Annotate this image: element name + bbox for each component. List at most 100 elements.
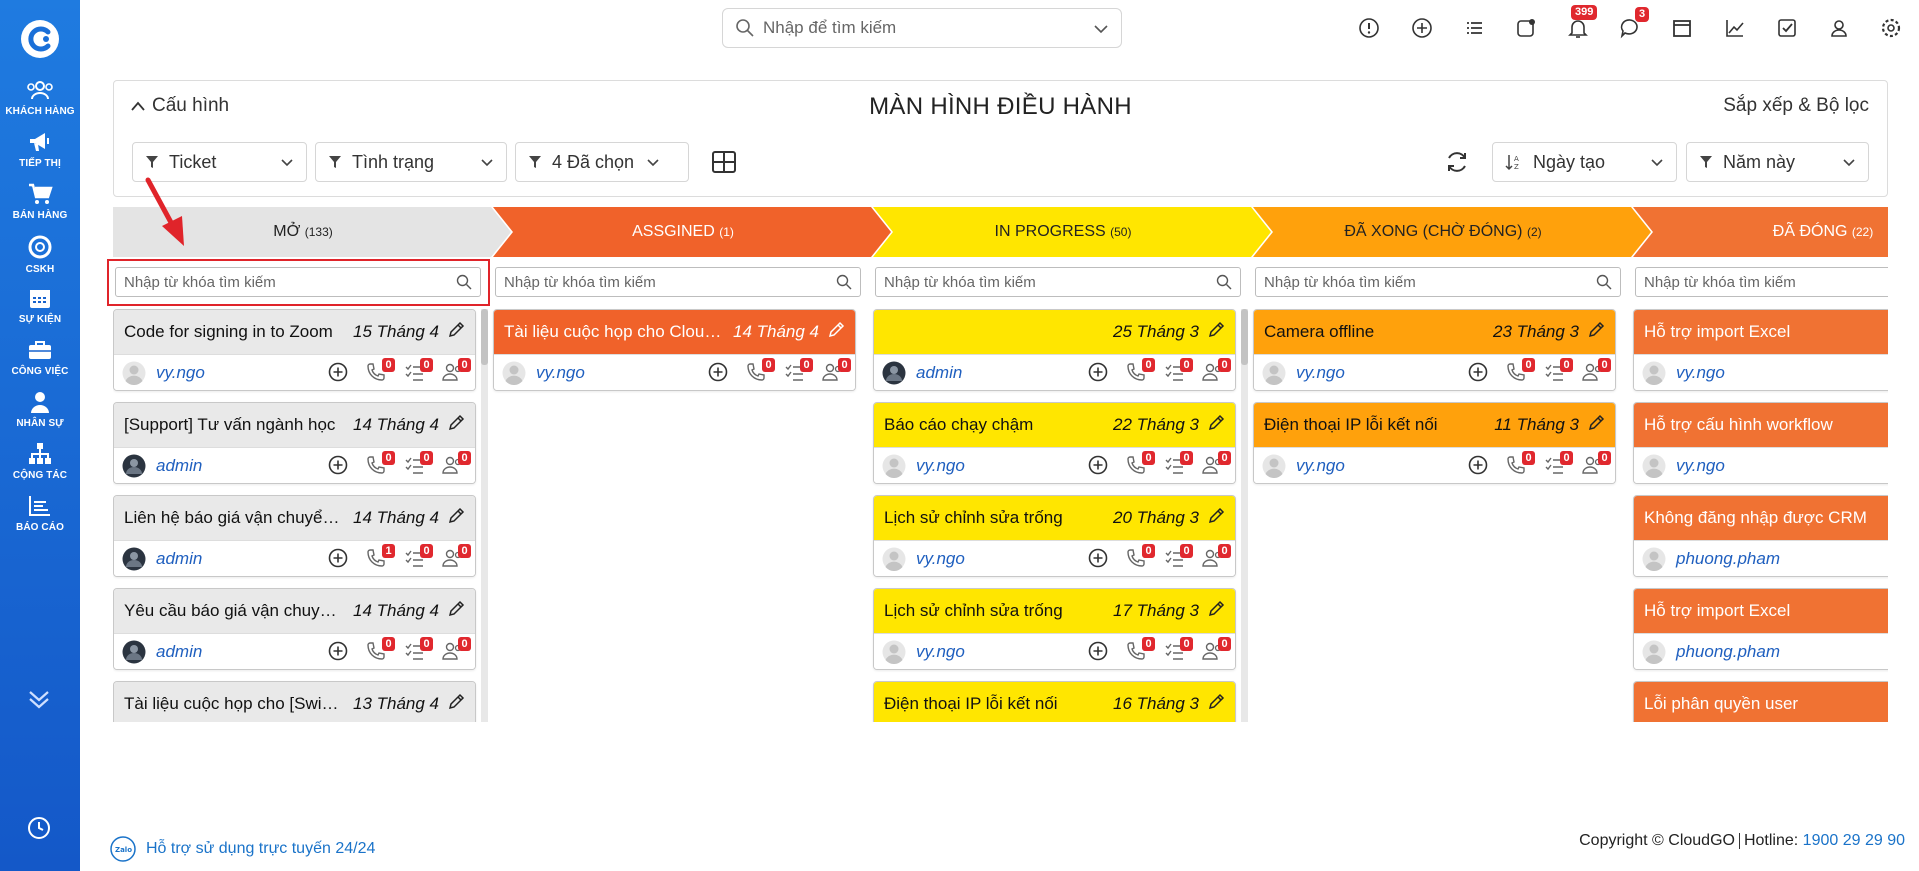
- sidebar-item-org-chart[interactable]: CỘNG TÁC: [0, 442, 80, 502]
- ticket-card[interactable]: Điện thoại IP lỗi kết nối 16 Tháng 3: [873, 681, 1236, 722]
- ticket-card[interactable]: Điện thoại IP lỗi kết nối 11 Tháng 3 vy.ng…: [1253, 402, 1616, 484]
- add-activity-icon[interactable]: [1087, 640, 1113, 662]
- ticket-title[interactable]: Không đăng nhập được CRM: [1644, 508, 1888, 528]
- edit-icon[interactable]: [1207, 414, 1225, 437]
- add-activity-icon[interactable]: [1087, 361, 1113, 383]
- hotline-number[interactable]: 1900 29 29 90: [1803, 832, 1905, 849]
- edit-icon[interactable]: [447, 414, 465, 437]
- ticket-title[interactable]: Lịch sử chỉnh sửa trống: [884, 601, 1105, 621]
- column-search[interactable]: [1255, 267, 1621, 297]
- call-icon[interactable]: 0: [1505, 451, 1535, 476]
- sort-filter-link[interactable]: Sắp xếp & Bộ lọc: [1723, 95, 1869, 117]
- global-search[interactable]: [722, 8, 1122, 48]
- ticket-title[interactable]: Hỗ trợ import Excel: [1644, 322, 1888, 342]
- ticket-card[interactable]: [Support] Tư vấn ngành học 14 Tháng 4 admi…: [113, 402, 476, 484]
- task-list-icon[interactable]: 0: [1163, 544, 1193, 569]
- column-search-input[interactable]: [1264, 273, 1594, 291]
- scrollbar-thumb[interactable]: [1241, 309, 1248, 365]
- add-activity-icon[interactable]: [1087, 547, 1113, 569]
- add-activity-icon[interactable]: [327, 640, 353, 662]
- ticket-card[interactable]: Hỗ trợ import Excel05phuong.pham0: [1633, 588, 1888, 670]
- edit-icon[interactable]: [1207, 693, 1225, 716]
- ticket-card[interactable]: 25 Tháng 3 admin 0 0 0: [873, 309, 1236, 391]
- edit-icon[interactable]: [447, 693, 465, 716]
- call-icon[interactable]: 0: [365, 451, 395, 476]
- task-list-icon[interactable]: 0: [1163, 637, 1193, 662]
- task-list-icon[interactable]: 0: [403, 544, 433, 569]
- sidebar-item-briefcase[interactable]: CÔNG VIỆC: [0, 338, 80, 398]
- sidebar-item-calendar[interactable]: SỰ KIỆN: [0, 286, 80, 346]
- ticket-title[interactable]: [Support] Tư vấn ngành học: [124, 415, 345, 435]
- sidebar-item-cart[interactable]: BÁN HÀNG: [0, 182, 80, 242]
- ticket-owner[interactable]: vy.ngo: [536, 363, 585, 383]
- ticket-owner[interactable]: admin: [156, 642, 202, 662]
- ticket-owner[interactable]: admin: [916, 363, 962, 383]
- call-icon[interactable]: 1: [365, 544, 395, 569]
- gear-icon[interactable]: [1880, 17, 1902, 39]
- ticket-title[interactable]: Liên hệ báo giá vận chuyển…: [124, 508, 345, 528]
- chevron-down-icon[interactable]: [1093, 22, 1109, 36]
- ticket-card[interactable]: Camera offline 23 Tháng 3 vy.ngo 0 0 0: [1253, 309, 1616, 391]
- participants-icon[interactable]: 0: [1581, 451, 1611, 476]
- participants-icon[interactable]: 0: [821, 358, 851, 383]
- ticket-card[interactable]: Báo cáo chạy chậm 22 Tháng 3 vy.ngo 0 0 0: [873, 402, 1236, 484]
- ticket-title[interactable]: Yêu cầu báo giá vận chuyể…: [124, 601, 345, 621]
- grid-view-icon[interactable]: [711, 150, 737, 179]
- ticket-owner[interactable]: vy.ngo: [916, 456, 965, 476]
- ticket-owner[interactable]: vy.ngo: [156, 363, 205, 383]
- participants-icon[interactable]: 0: [1581, 358, 1611, 383]
- ticket-owner[interactable]: vy.ngo: [1296, 363, 1345, 383]
- edit-icon[interactable]: [447, 321, 465, 344]
- add-activity-icon[interactable]: [1087, 454, 1113, 476]
- ticket-card[interactable]: Lịch sử chỉnh sửa trống 20 Tháng 3 vy.ngo 0…: [873, 495, 1236, 577]
- ticket-title[interactable]: Lỗi phân quyền user: [1644, 694, 1888, 714]
- task-list-icon[interactable]: 0: [1163, 451, 1193, 476]
- ticket-card[interactable]: Yêu cầu báo giá vận chuyể… 14 Tháng 4 admi…: [113, 588, 476, 670]
- cloudgo-logo[interactable]: [19, 18, 61, 60]
- ticket-title[interactable]: Hỗ trợ cấu hình workflow: [1644, 415, 1888, 435]
- search-icon[interactable]: [456, 274, 472, 295]
- ticket-owner[interactable]: vy.ngo: [1676, 363, 1725, 383]
- ticket-title[interactable]: Camera offline: [1264, 322, 1485, 342]
- participants-icon[interactable]: 0: [441, 358, 471, 383]
- participants-icon[interactable]: 0: [1201, 637, 1231, 662]
- notes-icon[interactable]: [1515, 17, 1537, 39]
- refresh-icon[interactable]: [1444, 149, 1470, 180]
- task-list-icon[interactable]: 0: [1543, 451, 1573, 476]
- call-icon[interactable]: 0: [1505, 358, 1535, 383]
- alert-icon[interactable]: [1358, 17, 1380, 39]
- add-activity-icon[interactable]: [327, 547, 353, 569]
- task-list-icon[interactable]: 0: [403, 637, 433, 662]
- status-filter[interactable]: Tình trạng: [315, 142, 507, 182]
- call-icon[interactable]: 0: [1125, 451, 1155, 476]
- ticket-owner[interactable]: admin: [156, 456, 202, 476]
- call-icon[interactable]: 0: [365, 358, 395, 383]
- participants-icon[interactable]: 0: [1201, 358, 1231, 383]
- bell-icon[interactable]: 399: [1567, 5, 1598, 39]
- ticket-card[interactable]: Hỗ trợ cấu hình workflow17vy.ngo0: [1633, 402, 1888, 484]
- edit-icon[interactable]: [447, 507, 465, 530]
- ticket-title[interactable]: Điện thoại IP lỗi kết nối: [884, 694, 1105, 714]
- sort-select[interactable]: AZ Ngày tạo: [1492, 142, 1677, 182]
- edit-icon[interactable]: [1207, 507, 1225, 530]
- task-list-icon[interactable]: 0: [1163, 358, 1193, 383]
- participants-icon[interactable]: 0: [1201, 544, 1231, 569]
- search-icon[interactable]: [836, 274, 852, 295]
- ticket-card[interactable]: Code for signing in to Zoom 15 Tháng 4 vy.…: [113, 309, 476, 391]
- column-search-input[interactable]: [124, 273, 454, 291]
- call-icon[interactable]: 0: [1125, 358, 1155, 383]
- sidebar-item-lifebuoy[interactable]: CSKH: [0, 234, 80, 294]
- column-search[interactable]: [1635, 267, 1888, 297]
- user-icon[interactable]: [1828, 17, 1850, 39]
- clock-icon[interactable]: [26, 815, 52, 846]
- selected-filter[interactable]: 4 Đã chọn: [515, 142, 689, 182]
- column-header[interactable]: IN PROGRESS (50): [873, 207, 1273, 257]
- task-list-icon[interactable]: 0: [1543, 358, 1573, 383]
- calendar-icon[interactable]: [1671, 17, 1693, 39]
- column-header[interactable]: ASSGINED (1): [493, 207, 893, 257]
- column-search[interactable]: [115, 267, 481, 297]
- chart-icon[interactable]: [1724, 17, 1746, 39]
- task-list-icon[interactable]: 0: [403, 451, 433, 476]
- ticket-owner[interactable]: admin: [156, 549, 202, 569]
- scrollbar-thumb[interactable]: [481, 309, 488, 365]
